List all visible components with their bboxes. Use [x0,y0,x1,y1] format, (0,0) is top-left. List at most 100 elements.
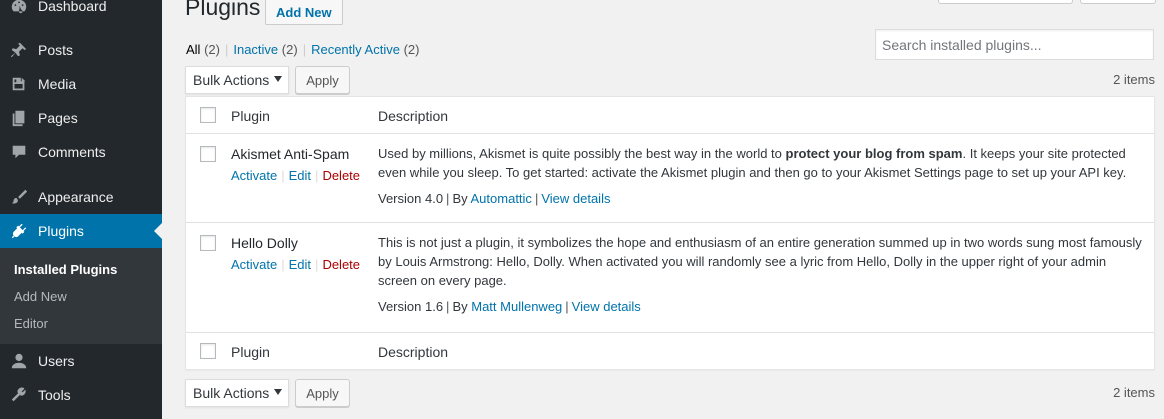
separator: | [446,191,450,206]
plugin-description: Used by millions, Akismet is quite possi… [378,144,1148,182]
dashboard-icon [0,0,38,15]
menu-label: Users [38,353,75,369]
select-all-checkbox[interactable] [200,343,216,359]
by-label: By [452,191,468,206]
plugin-name: Hello Dolly [231,235,298,251]
delete-link[interactable]: Delete [322,168,360,183]
delete-link[interactable]: Delete [322,257,360,272]
menu-posts[interactable]: Posts [0,33,162,67]
plugin-checkbox[interactable] [200,235,216,251]
menu-label: Comments [38,144,106,160]
column-footer-plugin[interactable]: Plugin [231,344,270,360]
chevron-down-icon [274,76,282,82]
plugin-meta: Version 4.0 | By Automattic | View details [378,191,610,206]
plugin-version: Version 1.6 [378,299,444,314]
by-label: By [452,299,468,314]
brush-icon [0,188,38,206]
pin-icon [0,41,38,59]
admin-sidebar: Dashboard Posts Media Pages Comments App… [0,0,162,419]
filter-inactive-count: (2) [281,42,298,57]
separator: | [302,42,307,57]
separator: | [315,168,319,183]
media-icon [0,75,38,93]
filter-inactive[interactable]: Inactive [233,42,278,57]
search-input[interactable] [875,29,1154,60]
menu-label: Plugins [38,223,84,239]
menu-tools[interactable]: Tools [0,378,162,412]
filter-all[interactable]: All [186,42,200,57]
submenu-add-new[interactable]: Add New [14,289,67,304]
description-text: This is not just a plugin, it symbolizes… [378,235,1142,288]
menu-label: Posts [38,42,74,58]
bulk-actions-select-top[interactable]: Bulk Actions [185,66,289,94]
plugin-name: Akismet Anti-Spam [231,146,350,162]
separator: | [224,42,229,57]
row-actions: Activate | Edit | Delete [231,257,360,272]
plugin-meta: Version 1.6 | By Matt Mullenweg | View detai… [378,299,641,314]
menu-plugins[interactable]: Plugins [0,214,162,248]
user-icon [0,352,38,370]
menu-pages[interactable]: Pages [0,101,162,135]
description-text: Used by millions, Akismet is quite possi… [378,146,786,161]
pages-icon [0,109,38,127]
description-bold: protect your blog from spam [785,146,963,161]
menu-label: Dashboard [38,0,107,14]
edit-link[interactable]: Edit [289,257,311,272]
author-link[interactable]: Matt Mullenweg [471,299,562,314]
table-row: Akismet Anti-Spam Activate | Edit | Delete U… [186,134,1154,223]
apply-button-top[interactable]: Apply [295,66,350,94]
menu-appearance[interactable]: Appearance [0,180,162,214]
submenu-editor[interactable]: Editor [14,316,48,331]
plugin-status-filter: All (2) | Inactive (2) | Recently Active (2) [186,42,419,57]
plugins-submenu: Installed Plugins Add New Editor [0,248,162,344]
apply-button-bottom[interactable]: Apply [295,379,350,407]
plugins-table: Plugin Description Akismet Anti-Spam Act… [185,96,1155,370]
menu-label: Tools [38,387,71,403]
bulk-actions-select-bottom[interactable]: Bulk Actions [185,379,289,407]
edit-link[interactable]: Edit [289,168,311,183]
menu-comments[interactable]: Comments [0,135,162,169]
filter-recently-active[interactable]: Recently Active [311,42,400,57]
menu-label: Pages [38,110,78,126]
items-count-top: 2 items [1113,72,1155,87]
filter-recent-count: (2) [403,42,420,57]
view-details-link[interactable]: View details [572,299,641,314]
plugin-icon [0,222,38,240]
wrench-icon [0,386,38,404]
screen-options-button[interactable] [938,0,1073,4]
menu-dashboard[interactable]: Dashboard [0,0,162,23]
activate-link[interactable]: Activate [231,257,277,272]
column-header-description: Description [378,108,449,124]
menu-media[interactable]: Media [0,67,162,101]
separator: | [534,191,539,206]
items-count-bottom: 2 items [1113,385,1155,400]
separator: | [565,299,569,314]
column-footer-description: Description [378,344,449,360]
table-row: Hello Dolly Activate | Edit | Delete This is… [186,223,1154,333]
separator: | [315,257,319,272]
plugin-checkbox[interactable] [200,146,216,162]
chevron-down-icon [274,389,282,395]
separator: | [446,299,450,314]
table-footer-row: Plugin Description [186,333,1154,369]
activate-link[interactable]: Activate [231,168,277,183]
column-header-plugin[interactable]: Plugin [231,108,270,124]
filter-all-count: (2) [204,42,220,57]
row-actions: Activate | Edit | Delete [231,168,360,183]
separator: | [281,168,285,183]
menu-users[interactable]: Users [0,344,162,378]
table-header-row: Plugin Description [186,97,1154,134]
separator: | [281,257,285,272]
author-link[interactable]: Automattic [471,191,532,206]
menu-label: Media [38,76,77,92]
bulk-actions-label: Bulk Actions [193,72,270,88]
help-button[interactable] [1080,0,1156,4]
select-all-checkbox[interactable] [200,107,216,123]
add-new-button[interactable]: Add New [265,0,343,25]
bulk-actions-label: Bulk Actions [193,385,270,401]
view-details-link[interactable]: View details [541,191,610,206]
menu-label: Appearance [38,189,114,205]
submenu-installed-plugins[interactable]: Installed Plugins [14,262,117,277]
page-title: Plugins [185,0,261,20]
main-content: Plugins Add New All (2) | Inactive (2) | Rec… [162,0,1164,419]
